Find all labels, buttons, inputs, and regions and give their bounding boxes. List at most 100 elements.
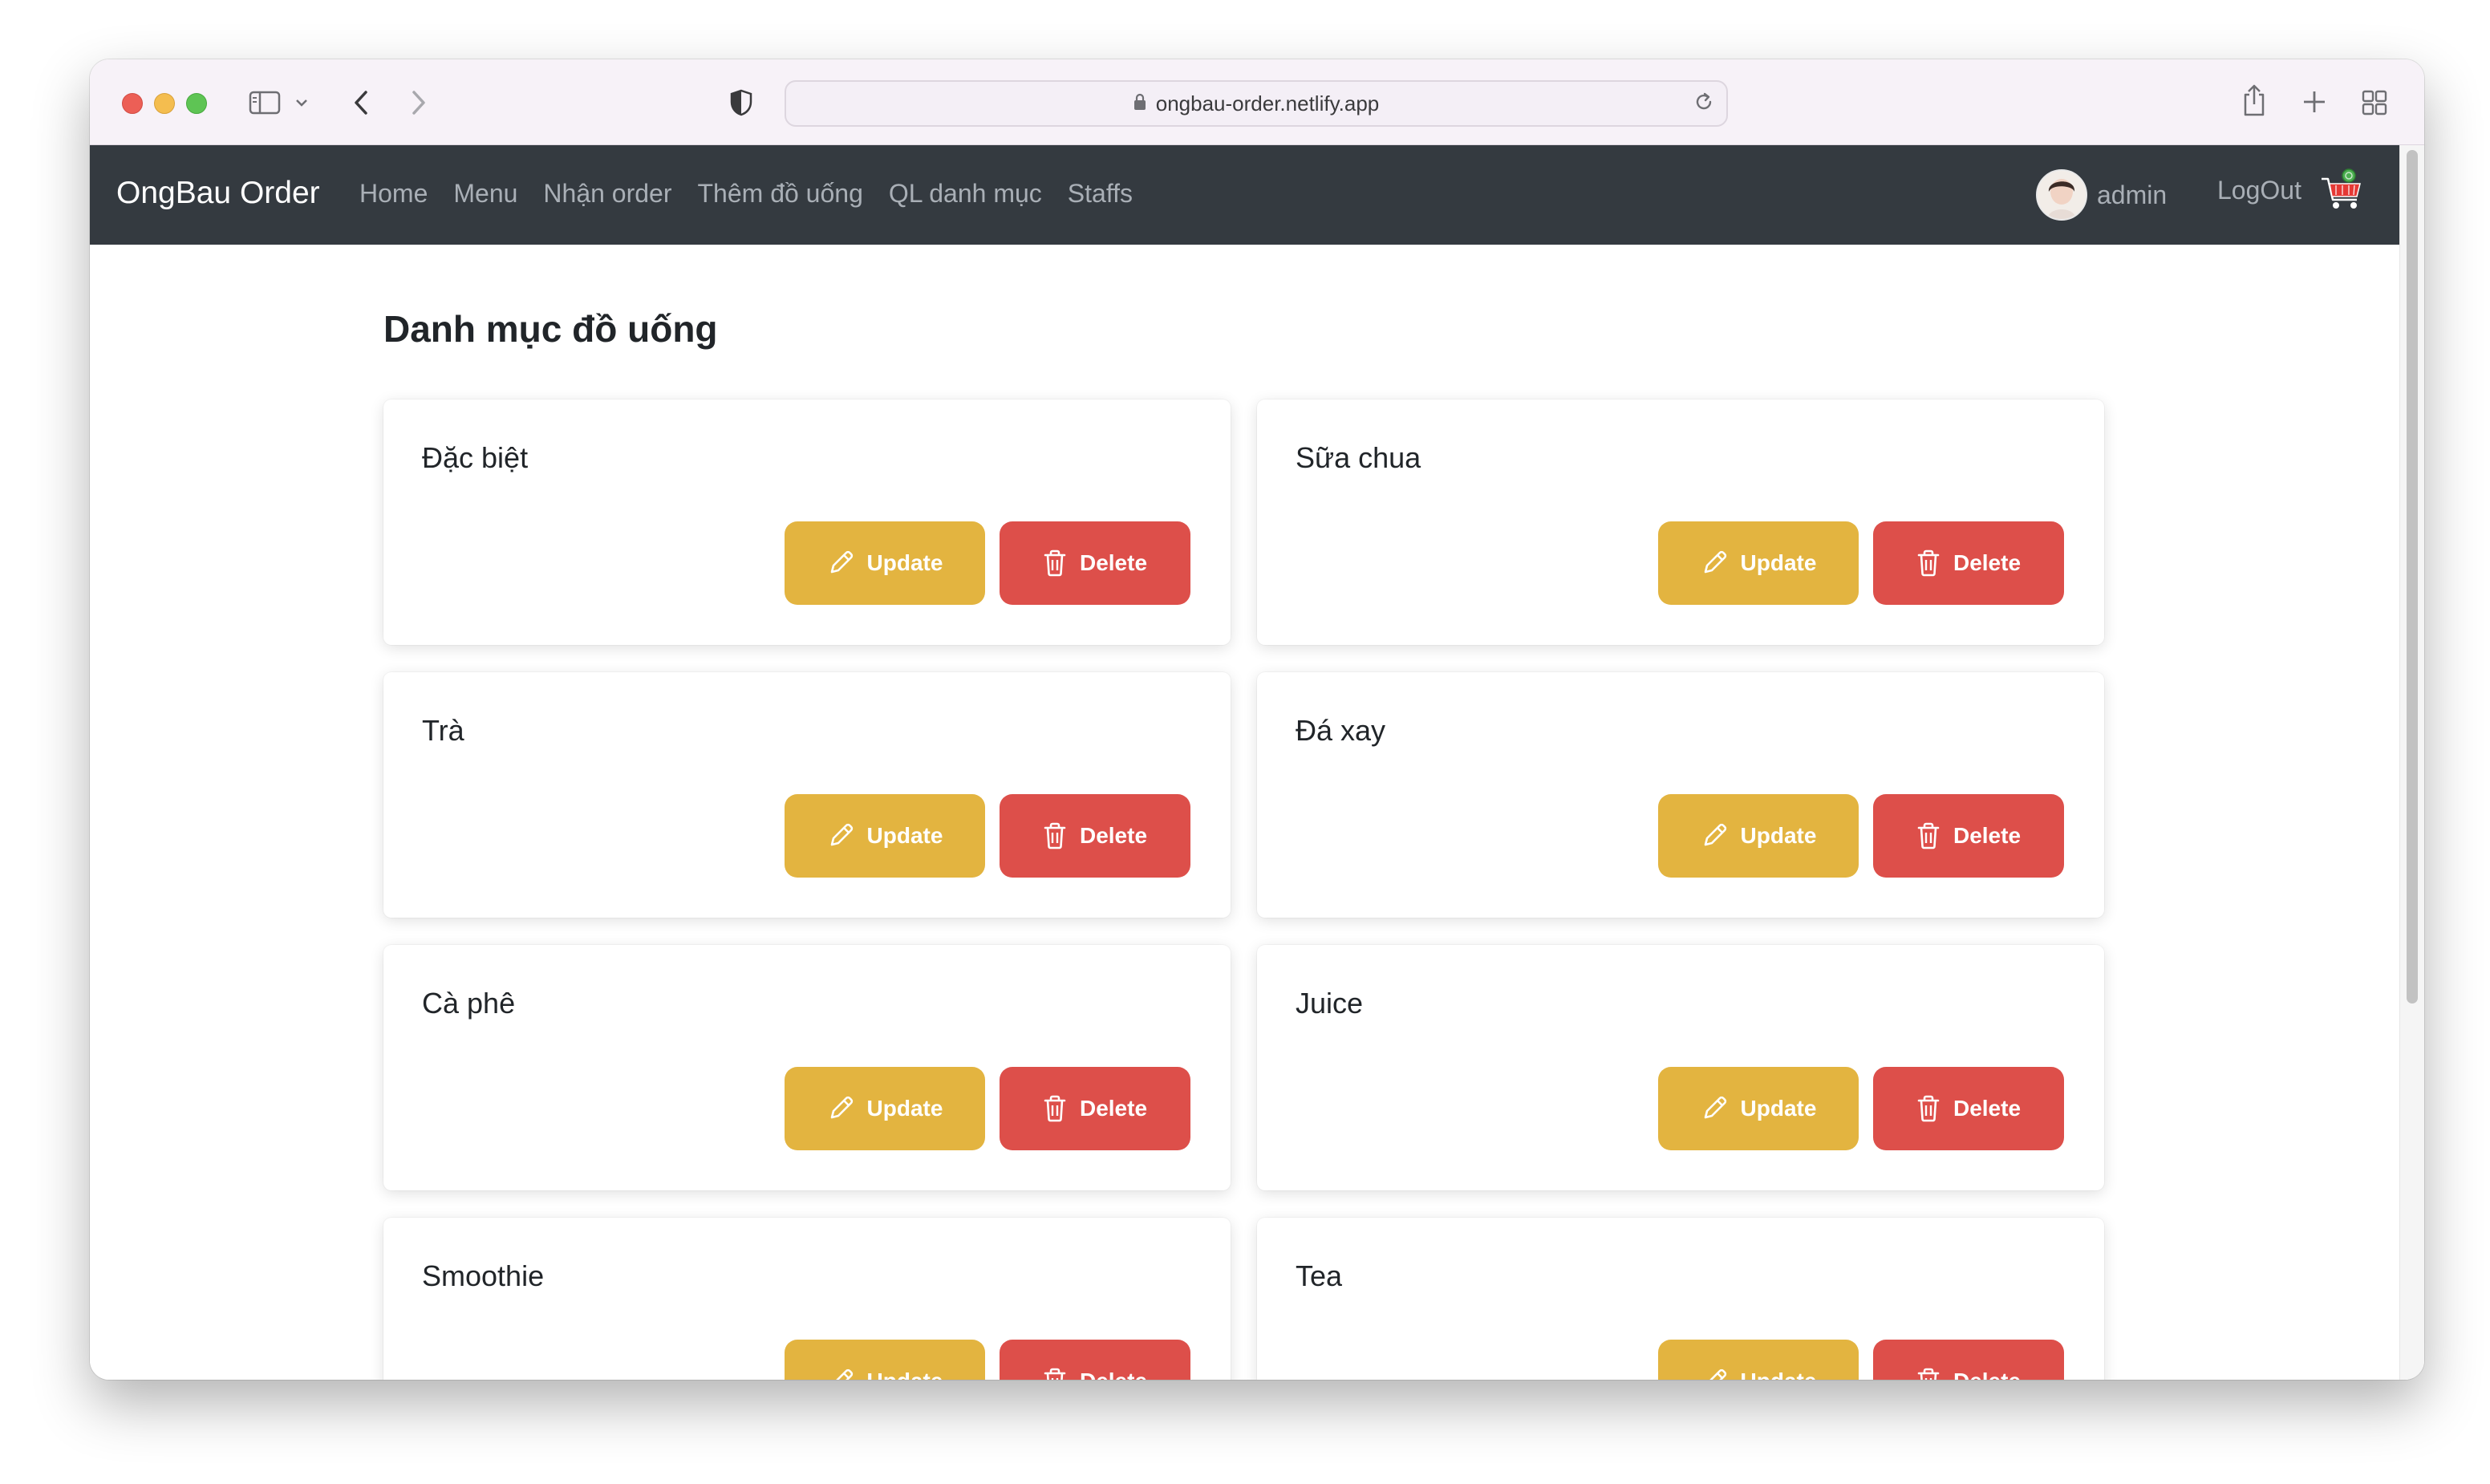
trash-icon [1916, 1368, 1940, 1380]
category-name: Đá xay [1296, 714, 1386, 747]
pencil-icon [1701, 1095, 1728, 1122]
trash-icon [1916, 1095, 1940, 1122]
category-name: Cà phê [422, 987, 516, 1020]
update-button[interactable]: Update [785, 521, 985, 605]
category-card: Đá xay Update Delete [1257, 672, 2104, 918]
delete-label: Delete [1079, 1096, 1148, 1121]
category-card: Cà phê Update Delete [383, 945, 1231, 1190]
url-text: ongbau-order.netlify.app [1155, 91, 1380, 116]
nav-link-home[interactable]: Home [359, 179, 428, 209]
category-name: Juice [1296, 987, 1364, 1020]
pencil-icon [827, 822, 854, 849]
pencil-icon [1701, 549, 1728, 577]
trash-icon [1916, 822, 1940, 849]
browser-window: ongbau-order.netlify.app OngBau Order Ho… [90, 59, 2424, 1380]
page-viewport: OngBau Order Home Menu Nhận order Thêm đ… [90, 145, 2424, 1380]
pencil-icon [1701, 1368, 1728, 1380]
update-button[interactable]: Update [785, 794, 985, 878]
sidebar-icon[interactable] [247, 88, 282, 117]
update-button[interactable]: Update [1658, 1067, 1859, 1150]
nav-links: Home Menu Nhận order Thêm đồ uống QL dan… [359, 179, 1158, 209]
category-name: Tea [1296, 1259, 1343, 1292]
delete-button[interactable]: Delete [1873, 1067, 2064, 1150]
nav-link-staffs[interactable]: Staffs [1068, 179, 1133, 209]
nav-link-receive-order[interactable]: Nhận order [543, 179, 671, 209]
trash-icon [1043, 822, 1067, 849]
delete-label: Delete [1953, 823, 2022, 848]
delete-label: Delete [1953, 1096, 2022, 1121]
cart-icon[interactable] [2320, 168, 2365, 217]
scrollbar-thumb[interactable] [2407, 150, 2418, 1004]
trash-icon [1043, 1095, 1067, 1122]
chevron-down-icon[interactable] [294, 95, 310, 111]
delete-button[interactable]: Delete [1873, 794, 2064, 878]
category-name: Đặc biệt [422, 441, 529, 474]
update-button[interactable]: Update [1658, 794, 1859, 878]
update-button[interactable]: Update [1658, 1340, 1859, 1380]
category-name: Sữa chua [1296, 441, 1421, 474]
update-label: Update [866, 823, 943, 848]
minimize-window-button[interactable] [154, 93, 175, 114]
delete-label: Delete [1079, 550, 1148, 575]
delete-button[interactable]: Delete [1000, 521, 1190, 605]
close-window-button[interactable] [122, 93, 143, 114]
update-button[interactable]: Update [785, 1067, 985, 1150]
delete-button[interactable]: Delete [1873, 1340, 2064, 1380]
shield-icon[interactable] [728, 87, 754, 119]
navbar: OngBau Order Home Menu Nhận order Thêm đ… [90, 145, 2400, 245]
update-label: Update [1740, 1096, 1817, 1121]
user-name: admin [2097, 180, 2168, 209]
brand-link[interactable]: OngBau Order [116, 176, 320, 211]
reload-icon[interactable] [1693, 91, 1715, 119]
share-icon[interactable] [2240, 82, 2269, 119]
category-card: Juice Update Delete [1257, 945, 2104, 1190]
category-name: Trà [422, 714, 464, 747]
update-label: Update [1740, 550, 1817, 575]
pencil-icon [1701, 822, 1728, 849]
delete-button[interactable]: Delete [1873, 521, 2064, 605]
maximize-window-button[interactable] [186, 93, 207, 114]
trash-icon [1916, 549, 1940, 577]
update-label: Update [866, 1096, 943, 1121]
delete-label: Delete [1080, 1368, 1147, 1380]
nav-link-menu[interactable]: Menu [453, 179, 517, 209]
trash-icon [1043, 549, 1067, 577]
browser-toolbar: ongbau-order.netlify.app [90, 59, 2424, 145]
address-bar[interactable]: ongbau-order.netlify.app [785, 80, 1728, 127]
nav-link-manage-categories[interactable]: QL danh mục [889, 179, 1042, 209]
category-card: Tea Update Delete [1257, 1218, 2104, 1380]
delete-button[interactable]: Delete [1000, 1067, 1190, 1150]
user-menu[interactable]: admin [2036, 169, 2167, 221]
category-card: Trà Update Delete [383, 672, 1231, 918]
plus-icon[interactable] [2301, 88, 2328, 116]
category-card: Smoothie Update Delete [383, 1218, 1231, 1380]
main-content: Danh mục đồ uống Đặc biệt Update Delete … [90, 245, 2400, 1380]
tabs-grid-icon[interactable] [2360, 88, 2389, 117]
category-card: Sữa chua Update Delete [1257, 399, 2104, 645]
update-label: Update [867, 1368, 943, 1380]
update-button[interactable]: Update [785, 1340, 985, 1380]
category-card: Đặc biệt Update Delete [383, 399, 1231, 645]
trash-icon [1043, 1368, 1067, 1380]
update-label: Update [1740, 823, 1817, 848]
update-label: Update [866, 550, 943, 575]
category-name: Smoothie [422, 1259, 545, 1292]
update-button[interactable]: Update [1658, 521, 1859, 605]
avatar [2036, 169, 2087, 221]
pencil-icon [827, 1368, 854, 1380]
update-label: Update [1741, 1368, 1817, 1380]
delete-label: Delete [1953, 550, 2022, 575]
delete-label: Delete [1079, 823, 1148, 848]
forward-icon[interactable] [408, 87, 430, 119]
page-title: Danh mục đồ uống [383, 308, 718, 350]
pencil-icon [827, 1095, 854, 1122]
pencil-icon [827, 549, 854, 577]
nav-link-add-drink[interactable]: Thêm đồ uống [698, 179, 863, 209]
back-icon[interactable] [350, 87, 372, 119]
logout-link[interactable]: LogOut [2217, 176, 2301, 205]
delete-button[interactable]: Delete [1000, 794, 1190, 878]
lock-icon [1133, 91, 1146, 116]
delete-button[interactable]: Delete [1000, 1340, 1190, 1380]
delete-label: Delete [1953, 1368, 2021, 1380]
scrollbar-track[interactable] [2399, 145, 2424, 1380]
